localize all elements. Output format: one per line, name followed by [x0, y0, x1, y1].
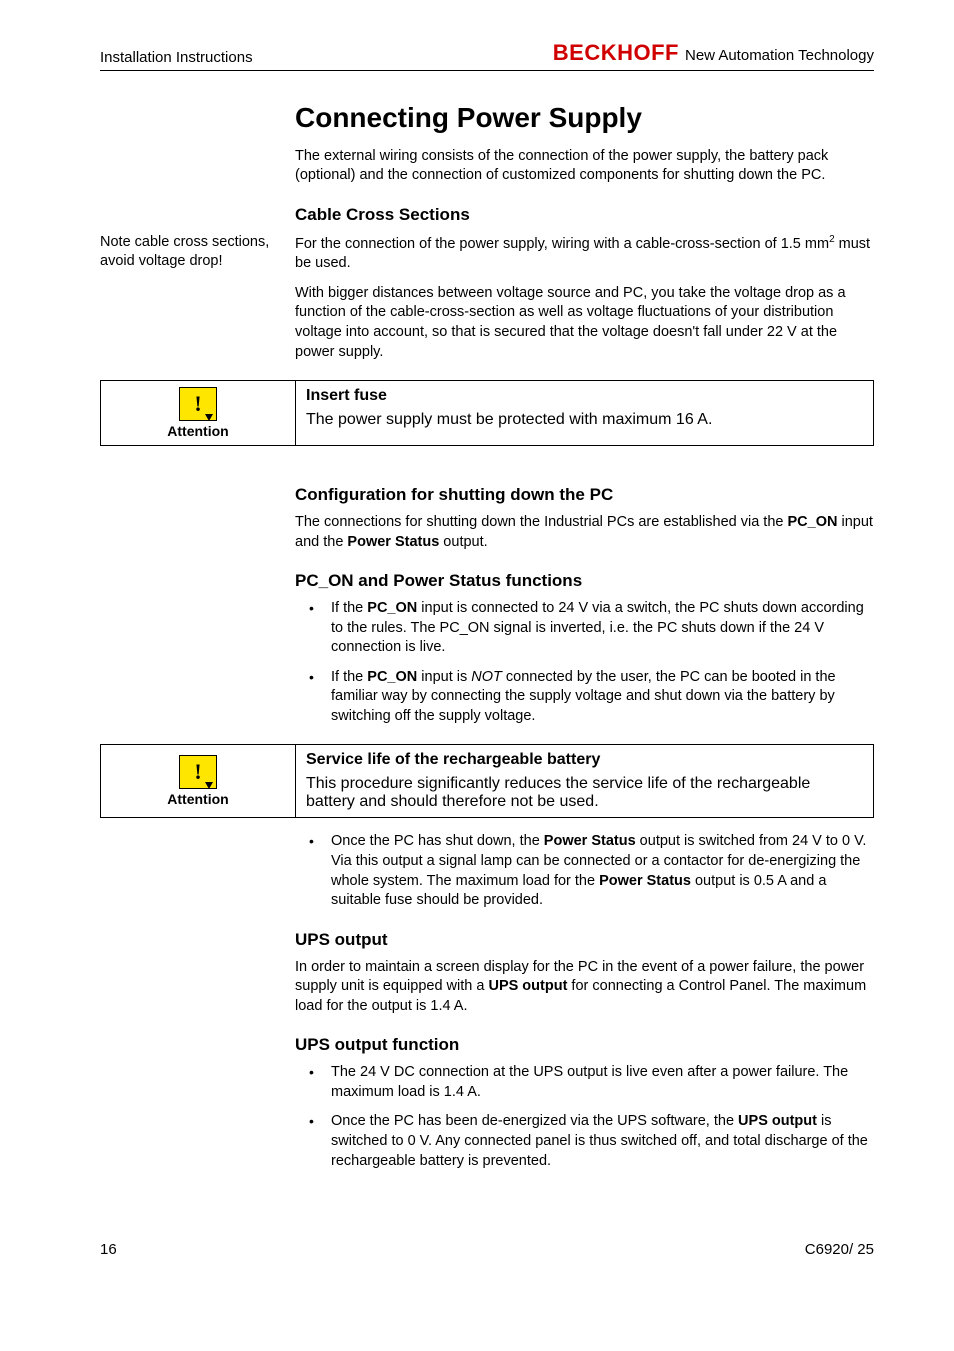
cable-paragraph-2: With bigger distances between voltage so… — [295, 284, 874, 362]
callout-title: Insert fuse — [306, 387, 863, 405]
cable-paragraph-1: For the connection of the power supply, … — [295, 233, 874, 274]
page-footer: 16 C6920/ 25 — [100, 1241, 874, 1258]
attention-callout-fuse: ! Attention Insert fuse The power supply… — [100, 380, 874, 446]
callout-icon-cell: ! Attention — [101, 381, 296, 445]
heading-cable-cross-sections: Cable Cross Sections — [295, 204, 874, 227]
ups-paragraph: In order to maintain a screen display fo… — [295, 958, 874, 1017]
footer-doc-id: C6920/ 25 — [805, 1241, 874, 1258]
power-status-bullet-list: Once the PC has shut down, the Power Sta… — [295, 832, 874, 910]
text-fragment: input is — [417, 669, 471, 685]
arrow-down-icon — [205, 414, 213, 421]
bold-power-status: Power Status — [599, 873, 691, 889]
heading-pcon-functions: PC_ON and Power Status functions — [295, 570, 874, 593]
bold-power-status: Power Status — [347, 534, 439, 550]
list-item: If the PC_ON input is connected to 24 V … — [295, 599, 874, 658]
arrow-down-icon — [205, 782, 213, 789]
footer-page-number: 16 — [100, 1241, 117, 1258]
attention-callout-battery: ! Attention Service life of the recharge… — [100, 744, 874, 818]
margin-note-cable: Note cable cross sections, avoid voltage… — [100, 233, 295, 272]
exclamation-glyph: ! — [194, 759, 201, 785]
ups-function-bullet-list: The 24 V DC connection at the UPS output… — [295, 1063, 874, 1171]
list-item: If the PC_ON input is NOT connected by t… — [295, 668, 874, 727]
page-header: Installation Instructions BECKHOFF New A… — [100, 40, 874, 71]
bold-pc-on: PC_ON — [367, 669, 417, 685]
bold-pc-on: PC_ON — [367, 600, 417, 616]
text-fragment: If the — [331, 669, 367, 685]
text-fragment: Once the PC has been de-energized via th… — [331, 1113, 738, 1129]
list-item: Once the PC has been de-energized via th… — [295, 1112, 874, 1171]
text-fragment: For the connection of the power supply, … — [295, 236, 829, 252]
callout-label: Attention — [167, 791, 228, 807]
pcon-bullet-list: If the PC_ON input is connected to 24 V … — [295, 599, 874, 726]
header-brand-block: BECKHOFF New Automation Technology — [553, 40, 874, 66]
callout-body-text: The power supply must be protected with … — [306, 411, 863, 429]
page-title: Connecting Power Supply — [295, 99, 874, 137]
brand-logo-text: BECKHOFF — [553, 40, 679, 66]
bold-ups-output: UPS output — [738, 1113, 817, 1129]
bold-pc-on: PC_ON — [787, 514, 837, 530]
callout-title: Service life of the rechargeable battery — [306, 751, 863, 769]
callout-body-cell: Service life of the rechargeable battery… — [296, 745, 873, 817]
exclamation-glyph: ! — [194, 391, 201, 417]
brand-tagline: New Automation Technology — [685, 47, 874, 64]
header-section-title: Installation Instructions — [100, 49, 253, 66]
list-item: Once the PC has shut down, the Power Sta… — [295, 832, 874, 910]
text-fragment: The connections for shutting down the In… — [295, 514, 787, 530]
intro-paragraph: The external wiring consists of the conn… — [295, 147, 874, 186]
callout-body-text: This procedure significantly reduces the… — [306, 775, 863, 811]
italic-not: NOT — [471, 669, 502, 685]
heading-ups-output: UPS output — [295, 929, 874, 952]
heading-configuration-shutdown: Configuration for shutting down the PC — [295, 484, 874, 507]
heading-ups-output-function: UPS output function — [295, 1034, 874, 1057]
callout-body-cell: Insert fuse The power supply must be pro… — [296, 381, 873, 445]
callout-label: Attention — [167, 423, 228, 439]
list-item: The 24 V DC connection at the UPS output… — [295, 1063, 874, 1102]
bold-ups-output: UPS output — [488, 978, 567, 994]
text-fragment: output. — [439, 534, 487, 550]
attention-icon: ! — [179, 387, 217, 421]
text-fragment: Once the PC has shut down, the — [331, 833, 544, 849]
attention-icon: ! — [179, 755, 217, 789]
bold-power-status: Power Status — [544, 833, 636, 849]
callout-icon-cell: ! Attention — [101, 745, 296, 817]
config-paragraph: The connections for shutting down the In… — [295, 513, 874, 552]
text-fragment: If the — [331, 600, 367, 616]
